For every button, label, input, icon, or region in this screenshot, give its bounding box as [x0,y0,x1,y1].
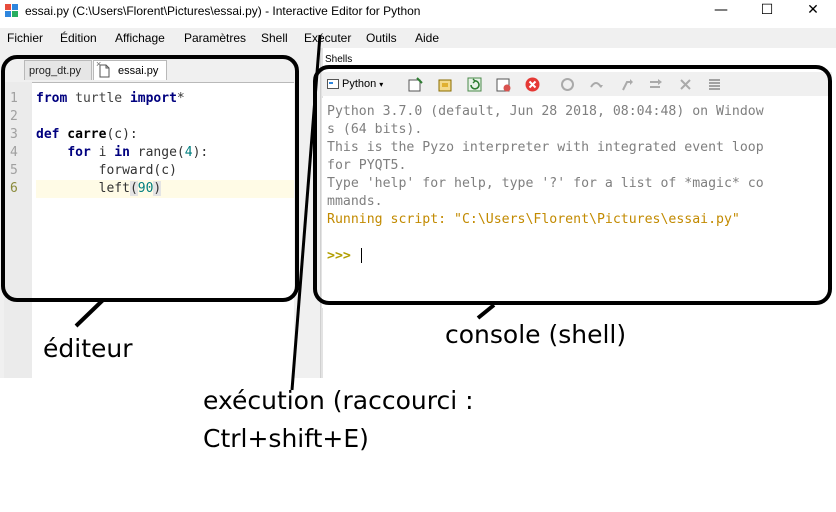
console-annotation-label: console (shell) [445,320,627,349]
editor-pointer-line [74,298,105,328]
editor-annotation-label: éditeur [43,334,133,363]
annotation-pointer-lines [74,34,496,391]
execute-annotation-line2: Ctrl+shift+E) [203,424,369,453]
console-pointer-line [476,303,496,320]
execute-annotation-line1: exécution (raccourci : [203,386,474,415]
execute-pointer-line [290,34,322,391]
